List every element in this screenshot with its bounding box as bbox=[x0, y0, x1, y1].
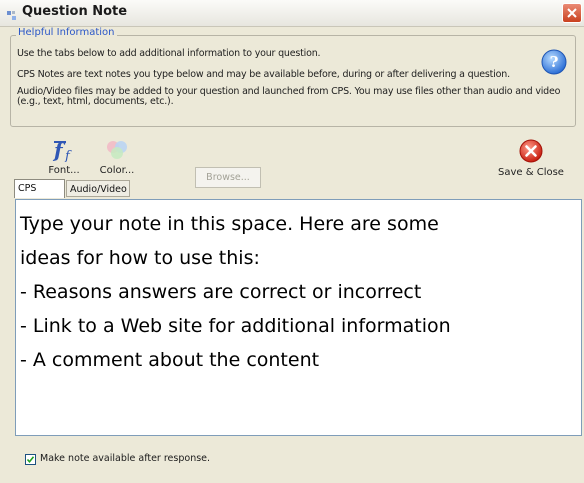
title-bar[interactable]: Question Note bbox=[0, 0, 584, 27]
svg-text:f: f bbox=[64, 149, 72, 162]
checkmark-icon bbox=[26, 456, 35, 464]
note-line-4: - Link to a Web site for additional info… bbox=[20, 315, 451, 337]
save-close-label: Save & Close bbox=[498, 167, 564, 178]
save-close-icon bbox=[519, 139, 543, 163]
note-line-3: - Reasons answers are correct or incorre… bbox=[20, 281, 422, 303]
window-title: Question Note bbox=[22, 4, 128, 19]
help-icon[interactable]: ? bbox=[540, 48, 568, 76]
note-line-1: Type your note in this space. Here are s… bbox=[20, 213, 439, 235]
color-button-label: Color... bbox=[99, 165, 135, 176]
tab-cps-note[interactable]: CPS Note bbox=[14, 179, 65, 211]
tab-audio-video[interactable]: Audio/Video bbox=[66, 180, 130, 197]
color-button[interactable]: Color... bbox=[97, 138, 137, 176]
browse-button[interactable]: Browse... bbox=[195, 167, 261, 188]
save-close-button[interactable]: Save & Close bbox=[498, 138, 564, 178]
svg-text:?: ? bbox=[550, 53, 559, 71]
close-icon bbox=[567, 8, 577, 18]
font-button-label: Font... bbox=[48, 165, 80, 176]
availability-checkbox[interactable] bbox=[25, 454, 36, 465]
font-icon: f f bbox=[52, 138, 72, 164]
note-line-2: ideas for how to use this: bbox=[20, 247, 260, 269]
note-line-5: - A comment about the content bbox=[20, 349, 320, 371]
close-button[interactable] bbox=[562, 3, 582, 23]
color-palette-icon bbox=[107, 141, 127, 159]
availability-label[interactable]: Make note available after response. bbox=[40, 453, 210, 464]
info-line-2: CPS Notes are text notes you type below … bbox=[17, 69, 510, 80]
note-text-area[interactable]: Type your note in this space. Here are s… bbox=[15, 199, 582, 436]
info-line-4: (e.g., text, html, documents, etc.). bbox=[17, 96, 174, 107]
helpful-information-legend: Helpful Information bbox=[16, 27, 117, 38]
app-icon bbox=[6, 7, 18, 20]
question-note-window: Question Note Helpful Information Use th… bbox=[0, 0, 584, 483]
info-line-1: Use the tabs below to add additional inf… bbox=[17, 48, 321, 59]
font-button[interactable]: f f Font... bbox=[46, 138, 82, 176]
